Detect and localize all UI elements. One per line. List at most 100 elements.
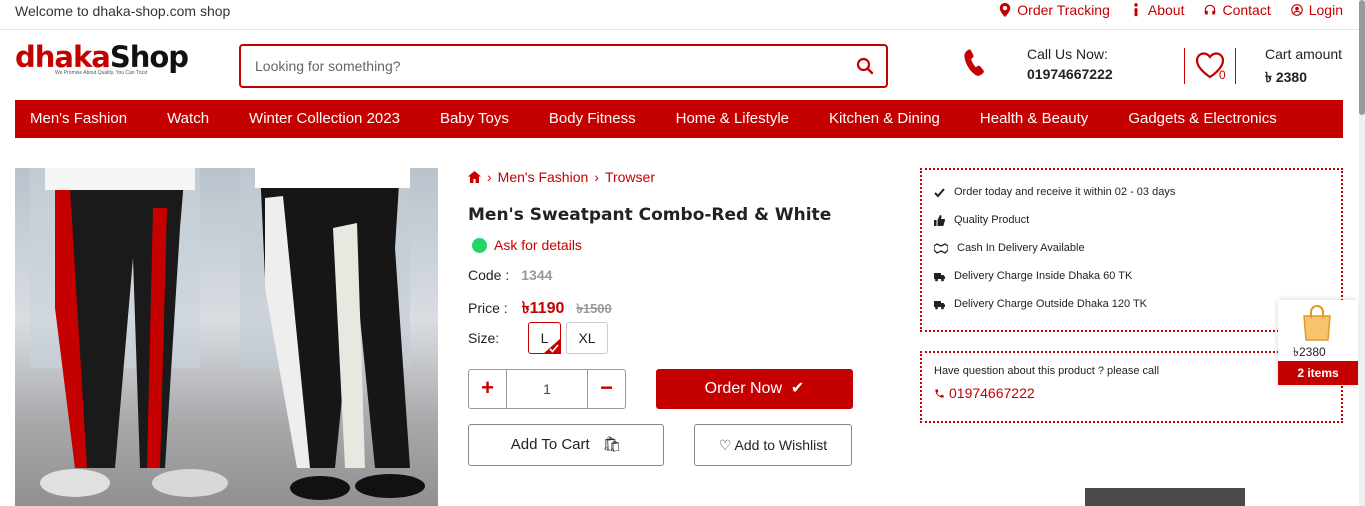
home-icon[interactable] (468, 171, 481, 183)
check-icon (934, 187, 945, 197)
nav-item-mens-fashion[interactable]: Men's Fashion (15, 100, 142, 138)
wishlist-count: 0 (1219, 68, 1226, 82)
size-option-l[interactable]: L (528, 322, 561, 354)
check-icon: ✔ (786, 380, 805, 397)
headset-icon (1205, 4, 1216, 15)
old-price: ৳1500 (576, 301, 612, 316)
taskbar-preview (1085, 488, 1245, 506)
quantity-value[interactable]: 1 (506, 370, 588, 408)
contact-label: Contact (1222, 2, 1271, 18)
login-link[interactable]: Login (1290, 2, 1343, 18)
price-value: ৳1190 (521, 300, 565, 317)
size-option-xl[interactable]: XL (566, 322, 608, 354)
floating-cart-items: 2 items (1278, 361, 1358, 385)
login-label: Login (1308, 2, 1343, 18)
nav-item-health-beauty[interactable]: Health & Beauty (965, 100, 1103, 138)
add-to-wishlist-label: Add to Wishlist (734, 437, 828, 453)
nav-item-kitchen-dining[interactable]: Kitchen & Dining (814, 100, 955, 138)
thumbs-up-icon (934, 214, 945, 226)
truck-icon (934, 272, 945, 281)
user-icon (1290, 4, 1303, 16)
selected-check-icon (543, 338, 561, 354)
feature-text: Order today and receive it within 02 - 0… (954, 186, 1176, 198)
phone-icon (964, 49, 984, 76)
feature-text: Quality Product (954, 214, 1030, 226)
code-value: 1344 (521, 267, 553, 283)
nav-item-baby-toys[interactable]: Baby Toys (425, 100, 524, 138)
order-now-label: Order Now (704, 380, 783, 397)
size-label: Size: (468, 330, 500, 346)
top-links: Order Tracking About Contact Login (999, 2, 1343, 18)
product-photo (30, 168, 425, 500)
truck-icon (934, 300, 945, 309)
search-bar (239, 44, 888, 88)
order-now-button[interactable]: Order Now ✔ (656, 369, 853, 409)
decrease-quantity-button[interactable]: − (588, 370, 625, 408)
search-input[interactable] (255, 56, 835, 76)
about-link[interactable]: About (1130, 2, 1185, 18)
breadcrumb: › Men's Fashion › Trowser (468, 169, 655, 185)
top-bar: Welcome to dhaka-shop.com shop Order Tra… (0, 0, 1365, 30)
feature-item: Order today and receive it within 02 - 0… (934, 178, 1341, 206)
call-label: Call Us Now: (1027, 46, 1108, 62)
chevron-right-icon: › (594, 169, 599, 185)
breadcrumb-mens-fashion[interactable]: Men's Fashion (498, 169, 589, 185)
nav-item-home-lifestyle[interactable]: Home & Lifestyle (661, 100, 804, 138)
search-icon[interactable] (856, 57, 874, 75)
nav-item-watch[interactable]: Watch (152, 100, 224, 138)
scrollbar-thumb[interactable] (1359, 0, 1365, 115)
size-xl-label: XL (578, 330, 596, 346)
feature-item: Delivery Charge Inside Dhaka 60 TK (934, 262, 1341, 290)
ask-for-details-link[interactable]: Ask for details (472, 237, 582, 253)
breadcrumb-trowser[interactable]: Trowser (605, 169, 655, 185)
shopping-bag-icon: 🛍 (593, 436, 622, 453)
question-phone: 01974667222 (949, 385, 1035, 401)
welcome-text: Welcome to dhaka-shop.com shop (15, 3, 231, 19)
whatsapp-icon (472, 237, 487, 253)
nav-item-body-fitness[interactable]: Body Fitness (534, 100, 651, 138)
price-label: Price : (468, 300, 508, 316)
nav-item-gadgets-electronics[interactable]: Gadgets & Electronics (1113, 100, 1291, 138)
floating-cart[interactable]: ৳2380 2 items (1278, 300, 1358, 385)
nav-item-winter-collection[interactable]: Winter Collection 2023 (234, 100, 415, 138)
shopping-bag-icon (1303, 305, 1331, 341)
cart-label: Cart amount (1265, 46, 1343, 62)
feature-text: Delivery Charge Outside Dhaka 120 TK (954, 298, 1148, 310)
page-scrollbar[interactable] (1359, 0, 1365, 506)
product-price: Price : ৳1190 ৳1500 (468, 295, 612, 322)
call-info: Call Us Now: 01974667222 (1027, 46, 1113, 82)
feature-text: Cash In Delivery Available (957, 242, 1085, 254)
phone-icon (935, 388, 944, 398)
chevron-right-icon: › (487, 169, 492, 185)
contact-link[interactable]: Contact (1204, 2, 1271, 18)
info-icon (1134, 3, 1138, 17)
product-title: Men's Sweatpant Combo-Red & White (468, 205, 832, 225)
increase-quantity-button[interactable]: + (469, 370, 506, 408)
add-to-wishlist-button[interactable]: ♡ Add to Wishlist (694, 424, 852, 466)
code-label: Code : (468, 267, 510, 283)
feature-item: Cash In Delivery Available (934, 234, 1341, 262)
add-to-cart-label: Add To Cart (510, 436, 590, 453)
logo-part1: dhaka (15, 40, 111, 74)
add-to-cart-button[interactable]: Add To Cart 🛍 (468, 424, 664, 466)
call-number[interactable]: 01974667222 (1027, 66, 1113, 82)
heart-outline-icon: ♡ (718, 437, 732, 453)
feature-text: Delivery Charge Inside Dhaka 60 TK (954, 270, 1133, 282)
product-code: Code : 1344 (468, 267, 552, 283)
main-nav: Men's Fashion Watch Winter Collection 20… (15, 100, 1343, 138)
map-marker-icon (1000, 3, 1011, 17)
ask-label: Ask for details (494, 237, 582, 253)
order-tracking-link[interactable]: Order Tracking (999, 2, 1110, 18)
order-tracking-label: Order Tracking (1017, 2, 1110, 18)
cart-value: ৳ 2380 (1265, 69, 1308, 85)
about-label: About (1147, 2, 1185, 18)
site-logo[interactable]: dhakaShop We Promise About Quality, You … (15, 40, 189, 86)
question-phone-link[interactable]: 01974667222 (934, 385, 1341, 401)
product-image[interactable] (15, 168, 438, 506)
logo-part2: Shop (109, 40, 189, 74)
feature-item: Quality Product (934, 206, 1341, 234)
quantity-stepper: + 1 − (468, 369, 626, 409)
handshake-icon (934, 242, 948, 254)
cart-amount[interactable]: Cart amount ৳ 2380 (1265, 46, 1342, 90)
wishlist-button[interactable]: 0 (1184, 48, 1236, 84)
